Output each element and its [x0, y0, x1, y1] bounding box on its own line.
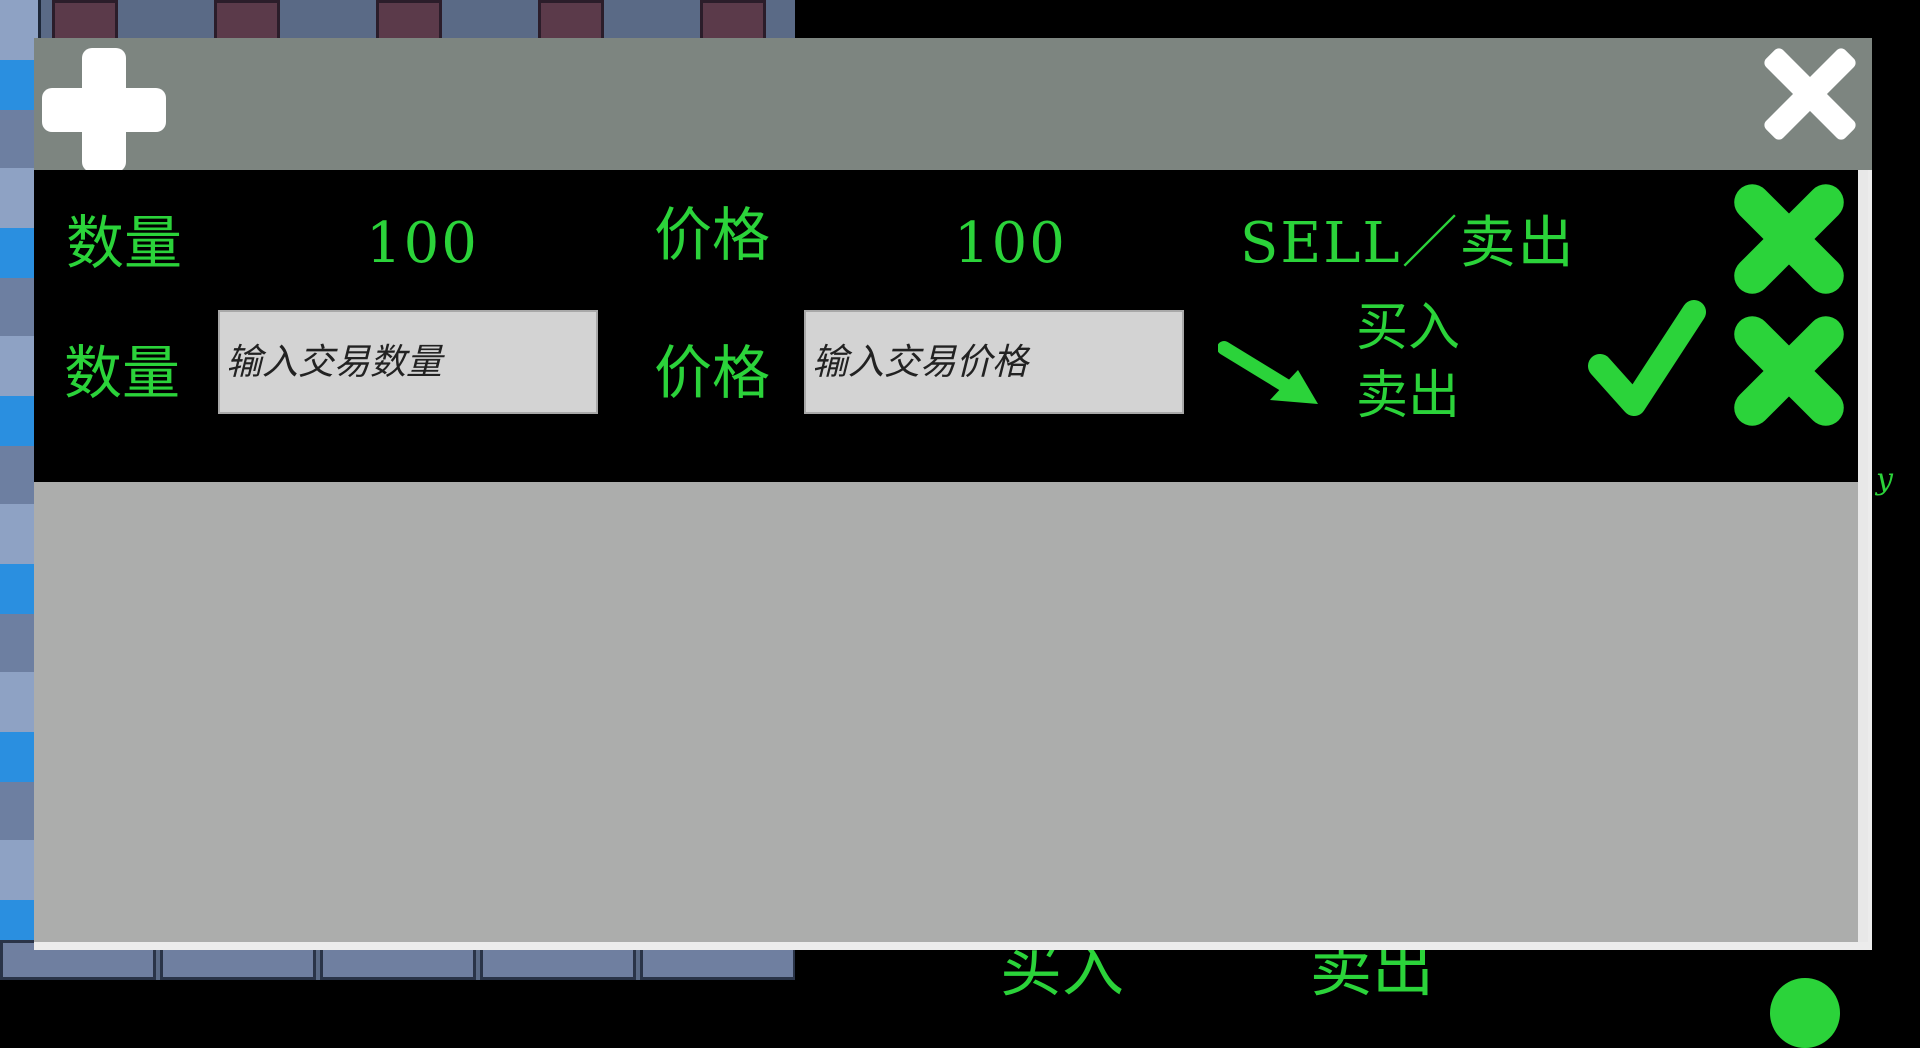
- dialog-header: [34, 38, 1872, 172]
- price-input-label: 价格: [654, 339, 771, 407]
- price-value: 100: [954, 211, 1067, 276]
- gear-icon: [1770, 978, 1840, 1048]
- order-side: SELL／卖出: [1240, 211, 1576, 276]
- quantity-value: 100: [366, 211, 479, 276]
- background-letter: y: [1876, 462, 1893, 497]
- price-label: 价格: [654, 201, 771, 269]
- quantity-input[interactable]: [218, 310, 598, 414]
- sell-option[interactable]: 卖出: [1356, 370, 1460, 422]
- order-row: 数量 100 价格 100 SELL／卖出: [34, 170, 1858, 302]
- arrow-down-right-icon: [1218, 341, 1318, 404]
- quantity-label: 数量: [66, 209, 183, 277]
- close-icon[interactable]: [1761, 45, 1859, 143]
- price-input[interactable]: [804, 310, 1184, 414]
- cancel-new-order-close-icon[interactable]: [1726, 308, 1852, 434]
- scrollbar[interactable]: [1858, 170, 1868, 942]
- check-icon[interactable]: [1586, 300, 1706, 418]
- plus-icon[interactable]: [42, 48, 166, 172]
- quantity-input-label: 数量: [64, 339, 181, 407]
- buy-option[interactable]: 买入: [1356, 302, 1460, 354]
- new-order-row: 数量 价格 买入 卖出: [34, 300, 1858, 482]
- cancel-order-close-icon[interactable]: [1726, 176, 1852, 302]
- trade-dialog: 数量 100 价格 100 SELL／卖出 数量 价格 买入 卖出: [34, 38, 1872, 950]
